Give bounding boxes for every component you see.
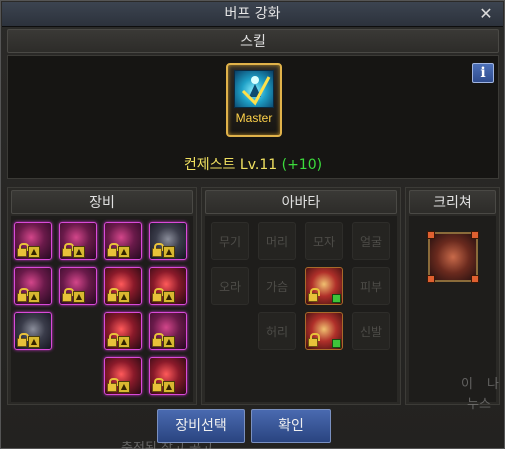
equip-spiked-armor-icon[interactable]: ▲ xyxy=(104,222,142,260)
close-icon[interactable]: ✕ xyxy=(477,5,495,23)
lock-icon xyxy=(17,288,29,302)
creature-icon[interactable] xyxy=(427,231,479,283)
upgrade-badge-icon: ▲ xyxy=(118,246,130,258)
creature-header-label: 크리쳐 xyxy=(433,195,472,211)
avatar-slot-head[interactable]: 머리 xyxy=(258,222,296,260)
equip-select-button[interactable]: 장비선택 xyxy=(157,409,245,443)
equipment-header-label: 장비 xyxy=(89,195,115,211)
lock-icon xyxy=(308,288,320,302)
skill-level: 컨제스트 Lv.11 xyxy=(183,157,278,173)
avatar-slot-waist[interactable]: 허리 xyxy=(258,312,296,350)
avatar-slot-aura[interactable]: 오라 xyxy=(211,267,249,305)
upgrade-badge-icon: ▲ xyxy=(28,336,40,348)
lock-icon xyxy=(152,378,164,392)
title-bar: 버프 강화 ✕ xyxy=(2,2,503,27)
background-text: 이 xyxy=(461,377,473,392)
upgrade-badge-icon: ▲ xyxy=(118,291,130,303)
equip-box-icon[interactable]: ▲ xyxy=(104,357,142,395)
skill-level-bonus: (+10) xyxy=(281,157,323,173)
upgrade-badge-icon: ▲ xyxy=(28,291,40,303)
buff-enhance-window: 버프 강화 ✕ 스킬 i Master 컨제스트 Lv.11 (+10) 장비 … xyxy=(0,0,505,449)
skill-art xyxy=(234,70,274,108)
lock-icon xyxy=(107,243,119,257)
confirm-button[interactable]: 확인 xyxy=(251,409,331,443)
equip-necklace-icon[interactable]: ▲ xyxy=(149,267,187,305)
corner-ornament xyxy=(471,275,479,283)
upgrade-badge-icon: ▲ xyxy=(163,336,175,348)
skill-header-label: 스킬 xyxy=(240,34,266,50)
corner-ornament xyxy=(427,275,435,283)
upgrade-badge-icon: ▲ xyxy=(118,381,130,393)
lock-icon xyxy=(62,288,74,302)
equipment-header: 장비 xyxy=(11,190,193,214)
avatar-slot-face[interactable]: 얼굴 xyxy=(352,222,390,260)
lock-icon xyxy=(62,243,74,257)
background-text: 누스 xyxy=(467,397,491,412)
equipped-indicator-icon xyxy=(332,294,341,303)
avatar-slot-chest[interactable]: 가슴 xyxy=(258,267,296,305)
upgrade-badge-icon: ▲ xyxy=(73,291,85,303)
upgrade-badge-icon: ▲ xyxy=(118,336,130,348)
buff-skill-icon[interactable]: Master xyxy=(226,63,282,137)
master-badge: Master xyxy=(235,111,273,125)
equip-bracelet-icon[interactable]: ▲ xyxy=(149,312,187,350)
equip-boots-icon[interactable]: ▲ xyxy=(14,312,52,350)
equip-shoulder-icon[interactable]: ▲ xyxy=(59,222,97,260)
equip-armor-icon[interactable]: ▲ xyxy=(14,222,52,260)
avatar-slot-hat[interactable]: 모자 xyxy=(305,222,343,260)
equip-seal-icon[interactable]: ▲ xyxy=(149,357,187,395)
creature-header: 크리쳐 xyxy=(409,190,496,214)
upgrade-badge-icon: ▲ xyxy=(163,381,175,393)
avatar-slot-shoes[interactable]: 신발 xyxy=(352,312,390,350)
avatar-slot-skin[interactable]: 피부 xyxy=(352,267,390,305)
equip-belt-icon[interactable]: ▲ xyxy=(59,267,97,305)
lock-icon xyxy=(107,333,119,347)
corner-ornament xyxy=(471,231,479,239)
lock-icon xyxy=(17,333,29,347)
avatar-header-label: 아바타 xyxy=(281,195,321,211)
skill-level-text: 컨제스트 Lv.11 (+10) xyxy=(7,153,499,177)
equipped-indicator-icon xyxy=(332,339,341,348)
lock-icon xyxy=(17,243,29,257)
upgrade-badge-icon: ▲ xyxy=(163,291,175,303)
lock-icon xyxy=(152,333,164,347)
waist-avatar-icon[interactable] xyxy=(305,312,343,350)
skill-header: 스킬 xyxy=(7,29,499,53)
equip-dark-armor-icon[interactable]: ▲ xyxy=(149,222,187,260)
avatar-header: 아바타 xyxy=(205,190,397,214)
equip-pants-icon[interactable]: ▲ xyxy=(14,267,52,305)
lock-icon xyxy=(152,243,164,257)
creature-panel: 크리쳐 xyxy=(405,187,500,405)
equip-gem-icon[interactable]: ▲ xyxy=(104,312,142,350)
background-text: 나 xyxy=(487,377,499,392)
equip-orb-icon[interactable]: ▲ xyxy=(104,267,142,305)
chest-avatar-icon[interactable] xyxy=(305,267,343,305)
lock-icon xyxy=(308,333,320,347)
upgrade-badge-icon: ▲ xyxy=(73,246,85,258)
lock-icon xyxy=(152,288,164,302)
lock-icon xyxy=(107,378,119,392)
corner-ornament xyxy=(427,231,435,239)
info-icon[interactable]: i xyxy=(472,63,494,83)
lock-icon xyxy=(107,288,119,302)
window-title: 버프 강화 xyxy=(224,6,281,22)
avatar-slot-weapon[interactable]: 무기 xyxy=(211,222,249,260)
upgrade-badge-icon: ▲ xyxy=(163,246,175,258)
upgrade-badge-icon: ▲ xyxy=(28,246,40,258)
